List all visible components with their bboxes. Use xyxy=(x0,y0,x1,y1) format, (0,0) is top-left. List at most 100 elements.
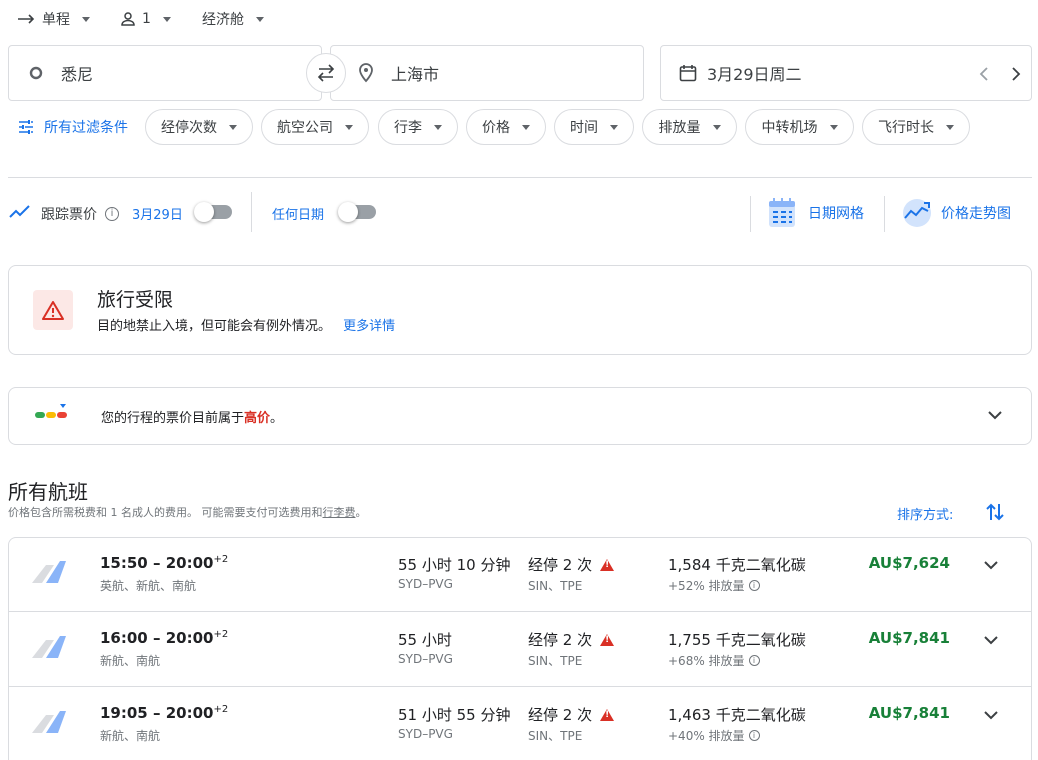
warning-icon xyxy=(600,708,615,721)
flight-duration: 55 小时 xyxy=(398,631,452,649)
chevron-down-icon[interactable] xyxy=(984,636,998,645)
flight-time: 19:05 – 20:00+2 xyxy=(100,704,228,722)
price-insight-suffix: 。 xyxy=(270,411,284,426)
emissions-delta-label: +52% 排放量 xyxy=(668,579,745,593)
chevron-left-icon[interactable] xyxy=(979,67,989,81)
flight-row[interactable]: 19:05 – 20:00+2 新航、南航 51 小时 55 分钟 SYD–PV… xyxy=(8,687,1032,760)
flight-duration: 55 小时 10 分钟 xyxy=(398,556,511,574)
passengers-count: 1 xyxy=(142,11,151,27)
flight-route: SYD–PVG xyxy=(398,727,453,741)
filter-airlines[interactable]: 航空公司 xyxy=(261,109,369,145)
info-icon[interactable]: i xyxy=(105,207,119,221)
flight-route: SYD–PVG xyxy=(398,652,453,666)
filter-stops[interactable]: 经停次数 xyxy=(145,109,253,145)
chevron-down-icon[interactable] xyxy=(984,711,998,720)
flight-emissions: 1,584 千克二氧化碳 xyxy=(668,556,806,574)
time-range: 19:05 – 20:00 xyxy=(100,704,214,722)
filter-connecting-airports[interactable]: 中转机场 xyxy=(745,109,854,145)
chevron-down-icon xyxy=(345,124,353,130)
divider xyxy=(750,196,751,232)
flight-row[interactable]: 15:50 – 20:00+2 英航、新航、南航 55 小时 10 分钟 SYD… xyxy=(8,537,1032,612)
chip-label: 经停次数 xyxy=(161,120,217,136)
date-input[interactable]: 3月29日周二 xyxy=(660,45,1032,101)
cabin-label: 经济舱 xyxy=(202,12,244,28)
price-graph-button[interactable]: 价格走势图 xyxy=(902,198,1011,228)
cabin-select[interactable]: 经济舱 xyxy=(202,6,264,32)
info-icon[interactable]: i xyxy=(748,655,760,666)
track-date-toggle[interactable] xyxy=(194,202,232,222)
origin-circle-icon xyxy=(29,66,43,80)
chevron-down-icon xyxy=(162,16,171,22)
emissions-delta: +52% 排放量 i xyxy=(668,577,760,594)
info-icon[interactable]: i xyxy=(748,580,760,591)
flight-row[interactable]: 16:00 – 20:00+2 新航、南航 55 小时 SYD–PVG 经停 2… xyxy=(8,612,1032,687)
origin-value: 悉尼 xyxy=(61,65,94,84)
date-grid-label: 日期网格 xyxy=(808,206,864,222)
sort-label[interactable]: 排序方式: xyxy=(897,504,953,523)
results-subtext: 价格包含所需税费和 1 名成人的费用。 可能需要支付可选费用和行李费。 xyxy=(8,504,367,520)
chevron-down-icon xyxy=(610,124,618,130)
flight-airlines: 新航、南航 xyxy=(100,729,161,743)
airline-logo-icon xyxy=(32,636,66,658)
warning-icon-box xyxy=(33,290,73,330)
flight-emissions: 1,755 千克二氧化碳 xyxy=(668,631,806,649)
chevron-down-icon xyxy=(522,124,530,130)
price-insight-card[interactable]: 您的行程的票价目前属于高价。 xyxy=(8,387,1032,445)
passengers-select[interactable]: 1 xyxy=(120,6,171,32)
airline-logo-icon xyxy=(32,711,66,733)
flight-price: AU$7,841 xyxy=(868,704,950,722)
info-icon[interactable]: i xyxy=(748,730,760,741)
chevron-down-icon[interactable] xyxy=(988,411,1002,420)
restriction-body: 目的地禁止入境，但可能会有例外情况。 更多详情 xyxy=(97,315,395,334)
filter-price[interactable]: 价格 xyxy=(466,109,546,145)
travel-restriction-card: 旅行受限 目的地禁止入境，但可能会有例外情况。 更多详情 xyxy=(8,265,1032,355)
results-heading: 所有航班 xyxy=(8,480,88,504)
chip-label: 行李 xyxy=(394,120,422,136)
sort-icon[interactable] xyxy=(986,502,1004,522)
trip-type-select[interactable]: 单程 xyxy=(18,6,90,32)
emissions-delta: +68% 排放量 i xyxy=(668,652,760,669)
chip-label: 排放量 xyxy=(658,120,701,136)
date-grid-button[interactable]: 日期网格 xyxy=(768,198,864,228)
filter-emissions[interactable]: 排放量 xyxy=(642,109,737,145)
stops-label: 经停 2 次 xyxy=(528,631,593,649)
more-details-link[interactable]: 更多详情 xyxy=(343,319,395,334)
baggage-fees-link[interactable]: 行李费 xyxy=(323,506,356,519)
chevron-down-icon xyxy=(256,16,264,22)
divider xyxy=(884,196,885,232)
price-graph-label: 价格走势图 xyxy=(941,206,1011,222)
chip-label: 时间 xyxy=(570,120,598,136)
chevron-down-icon[interactable] xyxy=(984,561,998,570)
airline-logo-icon xyxy=(32,561,66,583)
chevron-down-icon xyxy=(946,124,954,130)
flight-duration: 51 小时 55 分钟 xyxy=(398,706,511,724)
chevron-right-icon[interactable] xyxy=(1011,67,1021,81)
location-pin-icon xyxy=(359,63,373,83)
subtext-suffix: 。 xyxy=(355,506,367,519)
any-date-toggle[interactable] xyxy=(338,202,376,222)
day-offset: +2 xyxy=(213,629,229,640)
all-filters-label: 所有过滤条件 xyxy=(44,120,128,136)
price-graph-icon xyxy=(903,199,931,227)
chevron-down-icon xyxy=(712,124,721,130)
emissions-delta-label: +68% 排放量 xyxy=(668,654,745,668)
filter-baggage[interactable]: 行李 xyxy=(378,109,458,145)
day-offset: +2 xyxy=(213,704,229,715)
origin-input[interactable]: 悉尼 xyxy=(8,45,322,101)
stops-label: 经停 2 次 xyxy=(528,556,593,574)
filter-time[interactable]: 时间 xyxy=(554,109,634,145)
flight-time: 16:00 – 20:00+2 xyxy=(100,629,228,647)
emissions-delta-label: +40% 排放量 xyxy=(668,729,745,743)
flight-price: AU$7,624 xyxy=(868,554,950,572)
emissions-delta: +40% 排放量 i xyxy=(668,727,760,744)
destination-input[interactable]: 上海市 xyxy=(330,45,644,101)
warning-icon xyxy=(600,633,615,646)
chevron-down-icon xyxy=(82,16,90,22)
swap-button[interactable] xyxy=(306,53,346,93)
date-grid-icon xyxy=(769,198,795,227)
track-prices-label: 跟踪票价 xyxy=(41,207,97,223)
filter-duration[interactable]: 飞行时长 xyxy=(862,109,970,145)
all-filters-button[interactable]: 所有过滤条件 xyxy=(18,116,128,138)
swap-arrows-icon xyxy=(317,64,335,82)
flight-emissions: 1,463 千克二氧化碳 xyxy=(668,706,806,724)
